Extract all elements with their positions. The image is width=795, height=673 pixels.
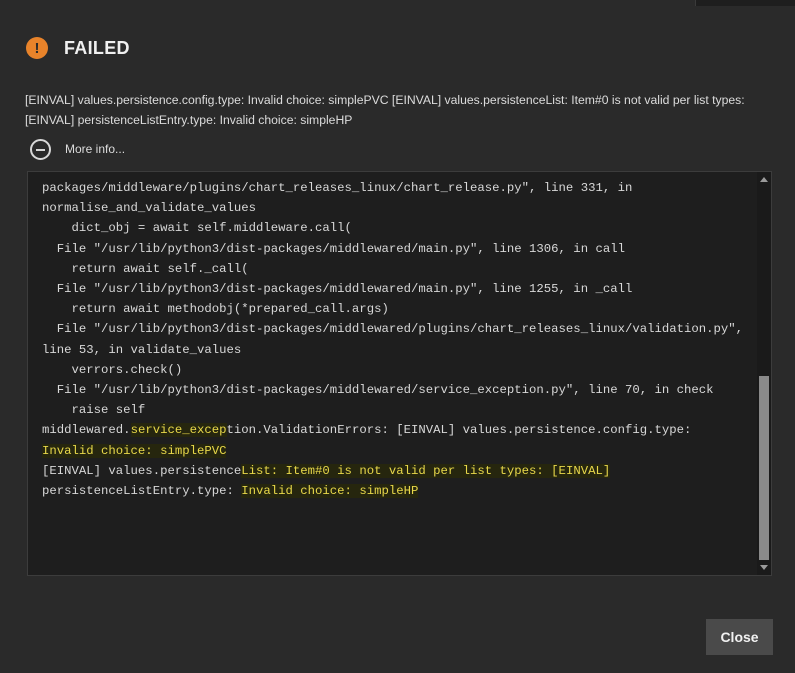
exc-highlight: service_excep — [130, 423, 227, 438]
traceback-text: packages/middleware/plugins/chart_releas… — [42, 172, 757, 501]
failed-dialog: ! FAILED [EINVAL] values.persistence.con… — [0, 0, 795, 673]
traceback-line: return await self._call( — [42, 261, 249, 276]
scrollbar-thumb[interactable] — [759, 376, 769, 560]
more-info-label[interactable]: More info... — [65, 142, 125, 156]
traceback-line: File "/usr/lib/python3/dist-packages/mid… — [42, 241, 625, 256]
collapse-minus-icon[interactable] — [30, 138, 51, 160]
traceback-line: File "/usr/lib/python3/dist-packages/mid… — [42, 322, 744, 337]
more-info-toggle[interactable]: More info... — [30, 138, 125, 160]
traceback-line: verrors.check() — [42, 362, 183, 377]
exc-suffix: tion.ValidationErrors: [EINVAL] values.p… — [226, 423, 692, 438]
traceback-line: normalise_and_validate_values — [42, 201, 257, 216]
background-window-edge — [695, 0, 795, 6]
scroll-down-arrow-icon[interactable] — [760, 565, 768, 570]
entry-prefix: persistenceListEntry.type: — [42, 484, 242, 499]
dialog-header: ! FAILED — [26, 36, 130, 60]
scroll-up-arrow-icon[interactable] — [760, 177, 768, 182]
traceback-scrollbar[interactable] — [757, 172, 771, 575]
traceback-line: File "/usr/lib/python3/dist-packages/mid… — [42, 383, 714, 398]
traceback-line: File "/usr/lib/python3/dist-packages/mid… — [42, 282, 633, 297]
traceback-list-line: [EINVAL] values.persistenceList: Item#0 … — [42, 461, 757, 481]
invalid-pvc-highlight: Invalid choice: simplePVC — [42, 443, 227, 458]
traceback-line: packages/middleware/plugins/chart_releas… — [42, 181, 633, 195]
exc-prefix: middlewared. — [42, 423, 131, 438]
entry-highlight: Invalid choice: simpleHP — [241, 484, 419, 499]
traceback-invalid-pvc-line: Invalid choice: simplePVC — [42, 441, 757, 461]
list-highlight: List: Item#0 is not valid per list types… — [241, 463, 611, 478]
traceback-line: return await methodobj(*prepared_call.ar… — [42, 302, 389, 317]
traceback-entry-line: persistenceListEntry.type: Invalid choic… — [42, 481, 757, 501]
close-button[interactable]: Close — [706, 619, 773, 655]
traceback-line: line 53, in validate_values — [42, 342, 242, 357]
dialog-title: FAILED — [64, 37, 130, 58]
traceback-line: raise self — [42, 403, 146, 418]
error-message: [EINVAL] values.persistence.config.type:… — [25, 93, 745, 127]
traceback-panel[interactable]: packages/middleware/plugins/chart_releas… — [27, 171, 772, 576]
list-prefix: [EINVAL] values.persistence — [42, 463, 242, 478]
warning-icon: ! — [26, 37, 48, 59]
traceback-exception-line: middlewared.service_exception.Validation… — [42, 420, 757, 440]
traceback-line-partial — [42, 172, 757, 178]
traceback-line: dict_obj = await self.middleware.call( — [42, 221, 352, 236]
